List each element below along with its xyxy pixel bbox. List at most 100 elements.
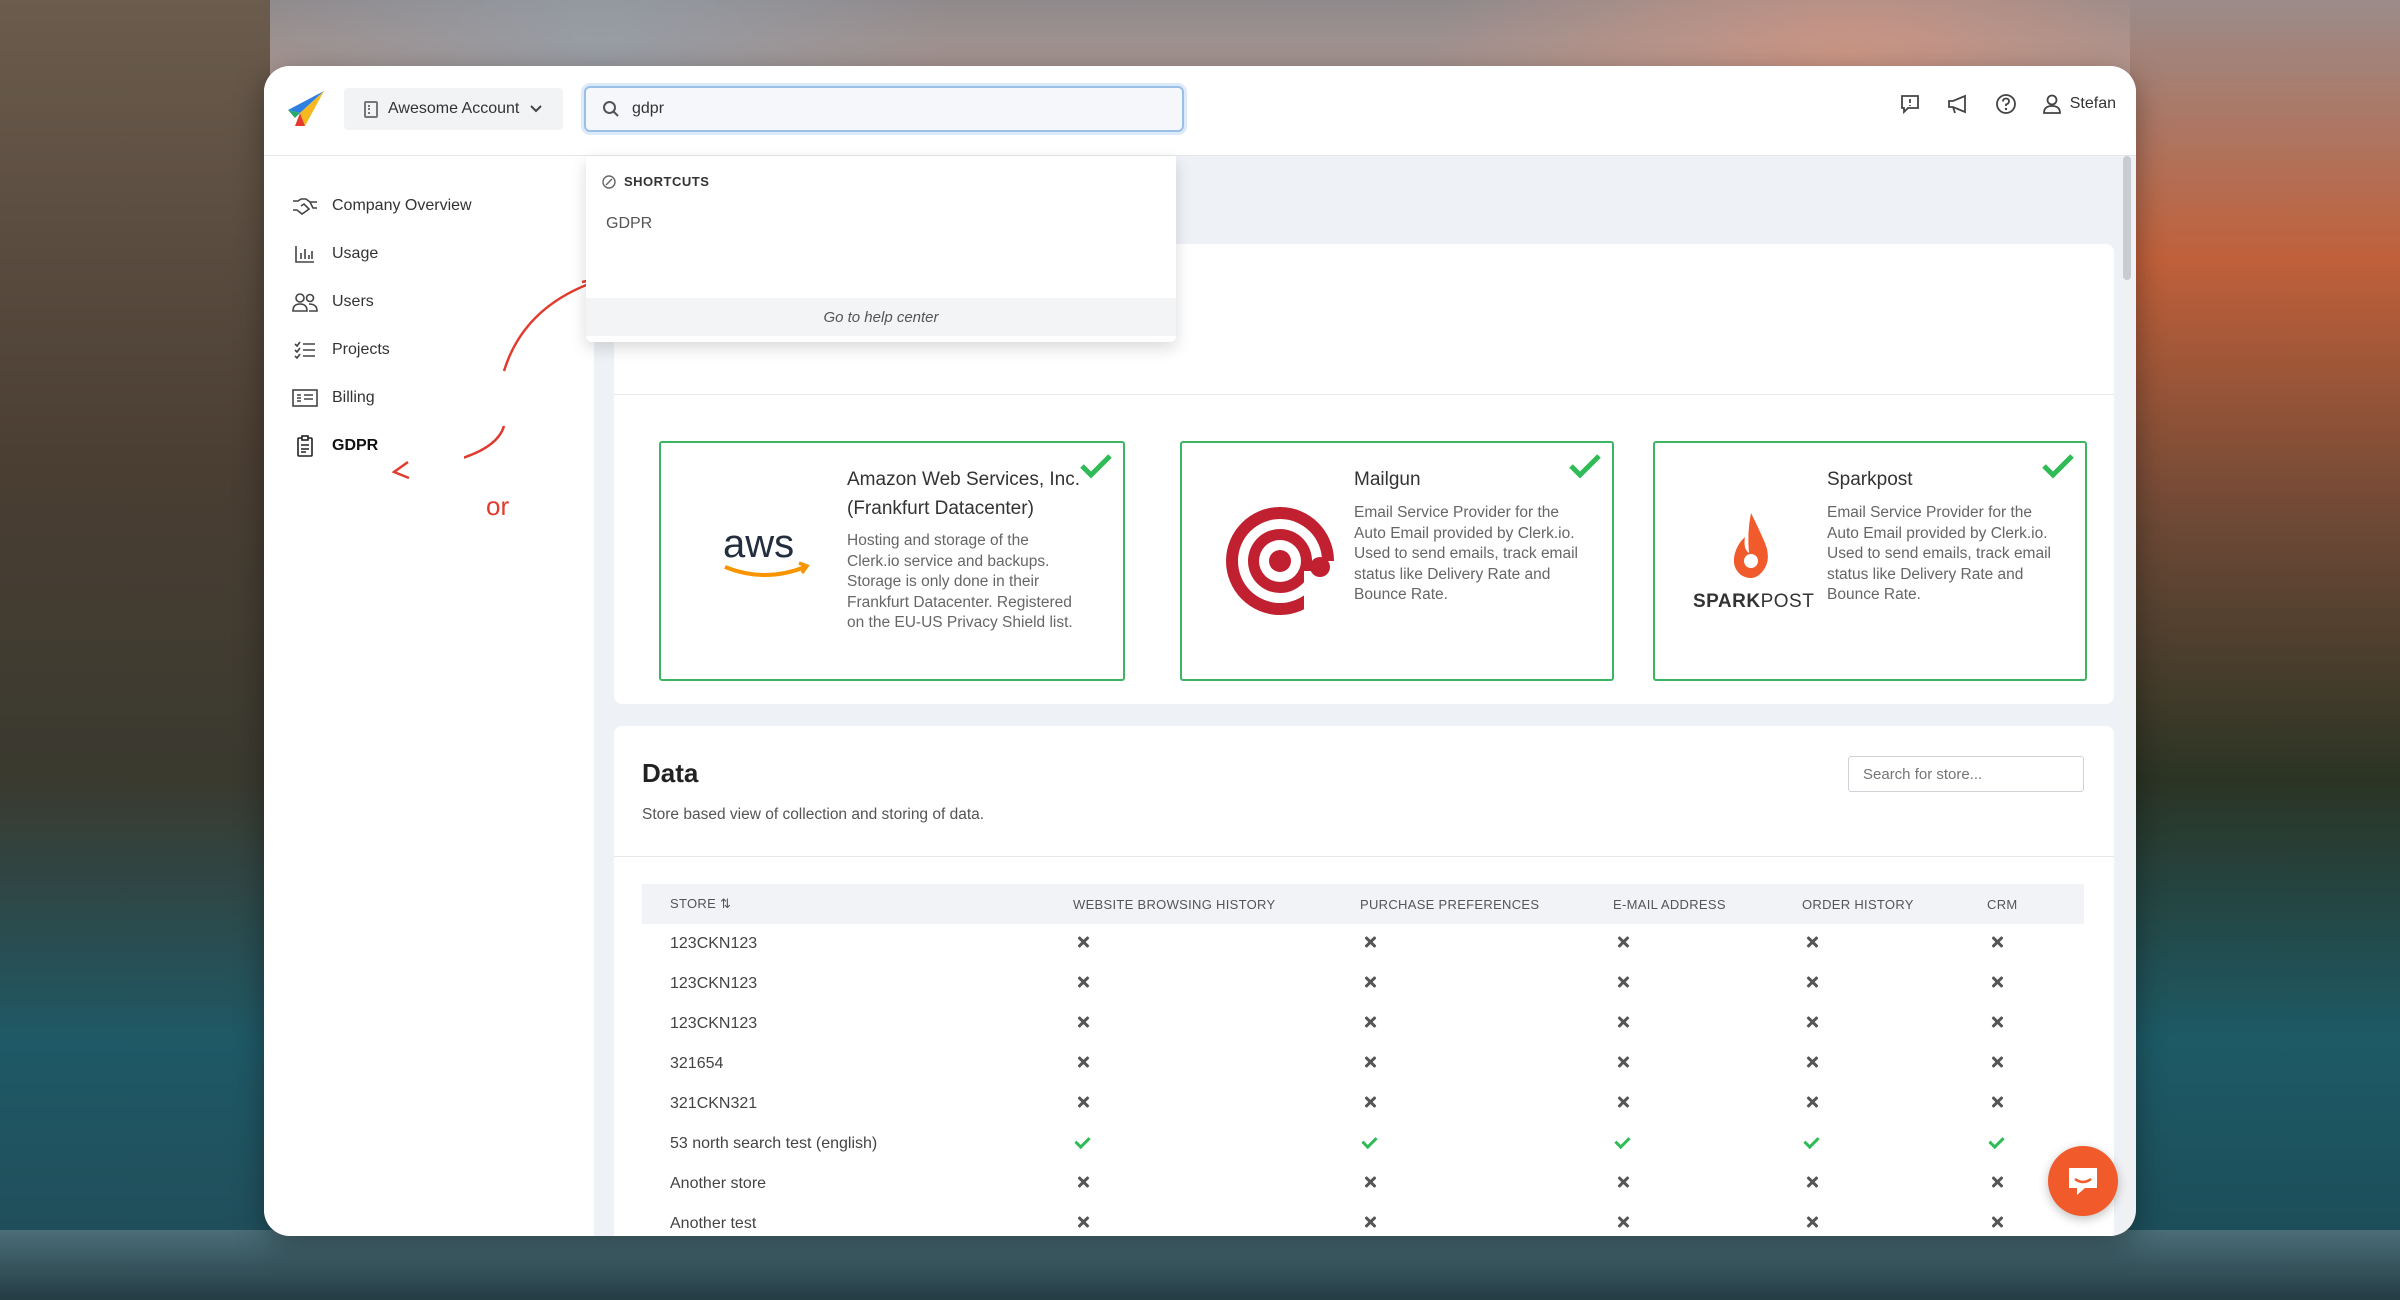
shortcuts-label: SHORTCUTS bbox=[624, 174, 710, 189]
sidebar-item-label: Billing bbox=[332, 389, 375, 406]
check-icon bbox=[1804, 1134, 1820, 1150]
sidebar-nav: Company Overview Usage Users Projects Bi… bbox=[292, 182, 472, 470]
consent-cell bbox=[1802, 1164, 1987, 1204]
toolbar-icons: Stefan bbox=[1898, 92, 2116, 116]
store-name: 123CKN123 bbox=[670, 1015, 758, 1032]
provider-description: Email Service Provider for the Auto Emai… bbox=[1354, 504, 1578, 603]
background-right bbox=[2130, 0, 2400, 1300]
help-icon[interactable] bbox=[1994, 92, 2018, 116]
svg-text:aws: aws bbox=[723, 523, 794, 566]
column-header-store[interactable]: STORE ⇅ bbox=[642, 884, 1073, 924]
provider-name: Mailgun bbox=[1354, 469, 1421, 490]
table-row[interactable]: 123CKN123 bbox=[642, 964, 2084, 1004]
user-menu[interactable]: Stefan bbox=[2042, 93, 2116, 115]
table-row[interactable]: 53 north search test (english) bbox=[642, 1124, 2084, 1164]
consent-cell bbox=[1360, 1204, 1613, 1236]
cross-icon bbox=[1615, 1054, 1631, 1070]
consent-cell bbox=[1360, 1084, 1613, 1124]
table-row[interactable]: Another store bbox=[642, 1164, 2084, 1204]
store-search-input[interactable] bbox=[1848, 756, 2084, 792]
cross-icon bbox=[1804, 934, 1820, 950]
data-title: Data bbox=[642, 758, 699, 788]
scrollbar[interactable] bbox=[2122, 156, 2132, 1236]
cross-icon bbox=[1804, 974, 1820, 990]
user-icon bbox=[2042, 94, 2061, 114]
divider bbox=[614, 856, 2114, 857]
consent-cell bbox=[1073, 1204, 1360, 1236]
list-icon bbox=[292, 339, 318, 361]
arrow-head-icon bbox=[392, 460, 410, 480]
provider-name: Sparkpost bbox=[1827, 469, 1913, 490]
consent-cell bbox=[1613, 964, 1802, 1004]
scrollbar-thumb[interactable] bbox=[2123, 156, 2131, 280]
consent-cell bbox=[1613, 924, 1802, 964]
account-selector[interactable]: Awesome Account bbox=[344, 88, 564, 130]
sidebar-item-billing[interactable]: Billing bbox=[292, 374, 472, 422]
cross-icon bbox=[1075, 1174, 1091, 1190]
table-body: 123CKN123 123CKN123 123CKN123 321654 321CKN3… bbox=[642, 924, 2084, 1236]
megaphone-icon[interactable] bbox=[1946, 92, 1970, 116]
table-row[interactable]: 123CKN123 bbox=[642, 1004, 2084, 1044]
feedback-icon[interactable] bbox=[1898, 92, 1922, 116]
cross-icon bbox=[1615, 1094, 1631, 1110]
provider-description: Email Service Provider for the Auto Emai… bbox=[1827, 504, 2051, 603]
chevron-down-icon bbox=[530, 105, 543, 113]
consent-cell bbox=[1987, 964, 2084, 1004]
cross-icon bbox=[1362, 1214, 1378, 1230]
table-row[interactable]: 321CKN321 bbox=[642, 1084, 2084, 1124]
cross-icon bbox=[1615, 1214, 1631, 1230]
clerk-logo-icon[interactable] bbox=[284, 88, 326, 130]
gdpr-data-table: STORE ⇅ WEBSITE BROWSING HISTORY PURCHAS… bbox=[642, 884, 2084, 1236]
sidebar-item-company-overview[interactable]: Company Overview bbox=[292, 182, 472, 230]
building-icon bbox=[364, 100, 378, 118]
cross-icon bbox=[1362, 1014, 1378, 1030]
sidebar-item-projects[interactable]: Projects bbox=[292, 326, 472, 374]
consent-cell bbox=[1073, 1004, 1360, 1044]
column-header-browsing: WEBSITE BROWSING HISTORY bbox=[1073, 884, 1360, 924]
sparkpost-wordmark: SPARKPOST bbox=[1693, 591, 1814, 613]
store-name: Another test bbox=[670, 1215, 757, 1232]
store-name: Another store bbox=[670, 1175, 767, 1192]
cross-icon bbox=[1804, 1054, 1820, 1070]
sidebar-item-users[interactable]: Users bbox=[292, 278, 472, 326]
help-center-link[interactable]: Go to help center bbox=[586, 298, 1176, 336]
cross-icon bbox=[1989, 1214, 2005, 1230]
table-row[interactable]: 321654 bbox=[642, 1044, 2084, 1084]
consent-cell bbox=[1802, 1084, 1987, 1124]
global-search[interactable] bbox=[584, 86, 1184, 132]
consent-cell bbox=[1613, 1004, 1802, 1044]
cross-icon bbox=[1615, 1174, 1631, 1190]
consent-cell bbox=[1073, 1164, 1360, 1204]
consent-cell bbox=[1360, 1164, 1613, 1204]
consent-cell bbox=[1802, 924, 1987, 964]
table-row[interactable]: Another test bbox=[642, 1204, 2084, 1236]
chat-icon bbox=[2069, 1168, 2097, 1195]
cross-icon bbox=[1075, 1094, 1091, 1110]
cross-icon bbox=[1075, 1014, 1091, 1030]
store-name: 321CKN321 bbox=[670, 1095, 758, 1112]
sidebar-item-label: Users bbox=[332, 293, 374, 310]
search-input[interactable] bbox=[632, 100, 1152, 118]
cross-icon bbox=[1989, 974, 2005, 990]
sidebar-item-label: Projects bbox=[332, 341, 390, 358]
consent-cell bbox=[1987, 1044, 2084, 1084]
consent-cell bbox=[1802, 1004, 1987, 1044]
table-row[interactable]: 123CKN123 bbox=[642, 924, 2084, 964]
sidebar-item-gdpr[interactable]: GDPR bbox=[292, 422, 472, 470]
sidebar-item-usage[interactable]: Usage bbox=[292, 230, 472, 278]
user-name: Stefan bbox=[2069, 95, 2116, 112]
data-subtitle: Store based view of collection and stori… bbox=[642, 806, 985, 823]
check-icon bbox=[1989, 1134, 2005, 1150]
cross-icon bbox=[1075, 974, 1091, 990]
consent-cell bbox=[1987, 924, 2084, 964]
search-dropdown: SHORTCUTS GDPR Go to help center bbox=[586, 156, 1176, 342]
chat-button[interactable] bbox=[2048, 1146, 2118, 1216]
consent-cell bbox=[1360, 1004, 1613, 1044]
aws-logo-icon: aws bbox=[723, 523, 810, 577]
check-icon bbox=[1362, 1134, 1378, 1150]
cross-icon bbox=[1989, 1054, 2005, 1070]
provider-name: Amazon Web Services, Inc. (Frankfurt Dat… bbox=[847, 469, 1081, 519]
shortcut-gdpr[interactable]: GDPR bbox=[586, 189, 1176, 255]
cross-icon bbox=[1989, 1174, 2005, 1190]
store-name: 123CKN123 bbox=[670, 975, 758, 992]
